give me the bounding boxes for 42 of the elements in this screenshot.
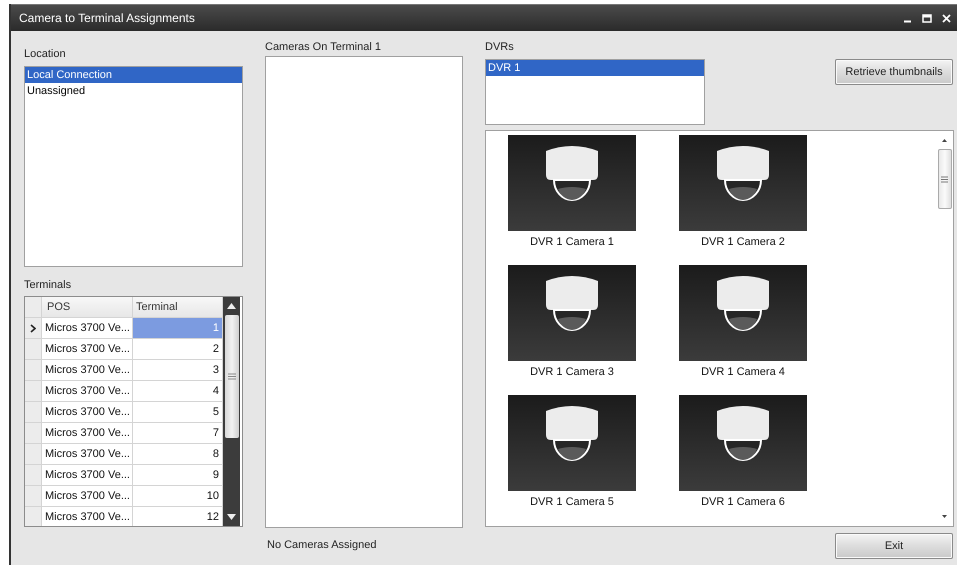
list-item[interactable]: Local Connection [25,67,242,83]
table-cell: Micros 3700 Ve... [42,465,133,486]
list-item[interactable]: DVR 1 [486,60,704,76]
thumbnail-label: DVR 1 Camera 1 [530,236,614,249]
table-cell: Micros 3700 Ve... [42,339,133,360]
thumbnail-label: DVR 1 Camera 4 [701,366,785,379]
thumbnail-label: DVR 1 Camera 2 [701,236,785,249]
section-label: Location [24,48,67,60]
section-label: Terminals [24,279,72,291]
camera-thumbnail[interactable] [508,135,636,231]
maximize-icon[interactable] [922,14,932,22]
list-item[interactable]: Unassigned [25,83,242,99]
table-cell: Micros 3700 Ve... [42,360,133,381]
table-cell: Micros 3700 Ve... [42,423,133,444]
thumbnail-label: DVR 1 Camera 3 [530,366,614,379]
scrollbar[interactable] [223,297,240,526]
camera-thumbnail[interactable] [679,395,807,491]
camera-thumbnail[interactable] [508,265,636,361]
exit-button[interactable]: Exit [835,533,953,559]
retrieve-thumbnails-button[interactable]: Retrieve thumbnails [835,59,953,85]
row-header[interactable] [25,318,42,339]
corner-header [25,297,42,318]
column-header[interactable]: Terminal [133,297,223,318]
table-cell: Micros 3700 Ve... [42,507,133,526]
table-cell: 1 [133,318,223,339]
table-cell: Micros 3700 Ve... [42,444,133,465]
status-text: No Cameras Assigned [266,539,378,551]
grip-icon [941,176,948,182]
thumbnail-label: DVR 1 Camera 6 [701,496,785,509]
column-header[interactable]: POS [42,297,133,318]
thumbnail-label: DVR 1 Camera 5 [530,496,614,509]
window-title: Camera to Terminal Assignments [19,11,196,25]
camera-thumbnail[interactable] [679,265,807,361]
close-icon[interactable] [942,14,951,22]
table-cell: Micros 3700 Ve... [42,381,133,402]
grip-icon [228,373,236,380]
section-label: Cameras On Terminal 1 [265,41,382,53]
table-cell: Micros 3700 Ve... [42,486,133,507]
table-cell: Micros 3700 Ve... [42,402,133,423]
camera-thumbnail[interactable] [508,395,636,491]
section-label: DVRs [485,41,515,53]
camera-thumbnail[interactable] [679,135,807,231]
